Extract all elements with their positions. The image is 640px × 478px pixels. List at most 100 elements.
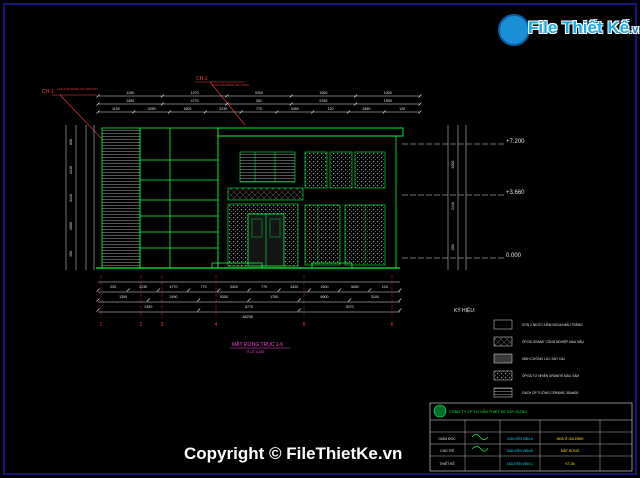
copyright-watermark: Copyright © FileThietKe.vn [184,444,403,463]
legend-heading: KÝ HIỆU: [454,306,475,314]
bottom-dim-row2: 1390 2490 9300 1700 6900 3100 [96,295,402,302]
filethietke-logo[interactable]: File Thiết Kế.vn [498,12,640,46]
dim-label: 120 [328,107,334,111]
level-label: +7.200 [506,139,525,145]
logo-text: File Thiết Kế.vn [528,18,640,38]
grid-axis-label: 5 [303,322,306,328]
title-block-person: NGUYỄN VĂN B [507,448,533,453]
legend-swatch [493,336,513,347]
dim-tick [398,288,402,292]
legend-swatch [493,319,513,330]
dim-label: 120 [382,285,388,289]
title-block-info: KT-05 [565,462,574,466]
dim-tick [146,298,151,302]
dim-label: 3420 [230,285,238,289]
top-dim-row2: 2450 4770 281 5780 1900 [96,99,422,106]
bottom-dim-row1: 220 2230 4770 770 3420 770 3420 1500 3450 120 [96,285,402,292]
legend-swatch [493,387,513,398]
grid-axis-label: 6 [391,322,394,328]
dim-label: 1800 [183,107,191,111]
dim-tick [247,288,251,292]
dim-label: 1270 [191,91,199,95]
left-dims: 600 2240 3440 2600 450 [69,139,73,257]
dim-label: 2440 [451,202,455,210]
dim-label: 120 [399,107,405,111]
grid-axis-label: 2 [140,322,143,328]
dim-label: 770 [261,285,267,289]
balcony-rail [227,187,304,201]
dim-label: 3200 [451,161,455,169]
callout-ch2-note: LAN CAN BẢNG SẮT SƠN [212,82,249,87]
dim-label: 3450 [362,107,370,111]
dim-label: 9300 [220,295,228,299]
level-labels: +7.200 +3.660 0.000 [506,139,525,259]
drawing-title: MẶT ĐỨNG TRỤC 1-6 [232,341,283,348]
logo-mark-icon [498,14,530,46]
grid-axis-label: 1 [100,322,103,328]
legend-item-label: ỐP ĐÁ GRANIT CÔNG NGHIỆP MÀU NÂU [522,339,585,344]
legend-swatch [493,370,513,381]
title-block: CÔNG TY CP TƯ VẤN THIẾT KẾ XÂY DỰNG GIÁM… [429,402,633,472]
dim-tick [247,298,251,302]
dim-label: 1500 [321,285,329,289]
top-dim-row3: 1190 2250 1800 2230 770 3450 120 3450 120 [96,107,422,114]
bottom-total-dim: 18230 [242,314,254,319]
dim-label: 220 [110,285,116,289]
dim-label: 770 [201,285,207,289]
title-block-role: GIÁM ĐỐC [438,436,456,441]
callout-ch2: CH-2 LAN CAN BẢNG SẮT SƠN [195,76,249,126]
legend-swatch [493,353,513,364]
title-block-role: THIẾT KẾ [439,461,455,466]
logo-domain: .vn [629,24,640,36]
dim-label: 3070 [346,305,354,309]
grid-axes: 1 2 3 4 5 6 [100,275,394,328]
grid-axis-label: 4 [215,322,218,328]
right-facade-panels [304,151,386,266]
dim-tick [96,298,100,302]
dim-label: 5780 [319,99,327,103]
dim-label: 450 [69,251,73,257]
building-elevation [96,127,404,269]
dim-tick [368,288,372,292]
dim-label: 2230 [219,107,227,111]
dim-label: 2250 [148,107,156,111]
dim-label: 281 [256,99,262,103]
dim-label: 600 [69,139,73,145]
dim-label: 1390 [119,295,127,299]
dim-label: 2240 [69,166,73,174]
signature-icon [471,446,489,452]
dim-label: 770 [256,107,262,111]
dim-label: 1000 [384,91,392,95]
title-block-info: NHÀ Ở GIA ĐÌNH [557,436,584,441]
dim-label: 1700 [270,295,278,299]
dim-label: 1150 [126,91,134,95]
dim-label: 9300 [255,91,263,95]
bottom-dim-row3: 2490 5770 3070 [96,305,402,312]
dim-tick [96,308,100,312]
dim-label: 1190 [112,107,120,111]
company-logo-icon [433,404,447,418]
dim-label: 4770 [191,99,199,103]
level-label: 0.000 [506,253,522,259]
dim-label: 450 [451,244,455,250]
top-dim-row1: 1150 1270 9300 1500 1000 [96,91,422,98]
dim-tick [398,308,402,312]
legend-item-label: SƠN 2 NƯỚC KIỂM NGOẠI MẦU TRẮNG [522,322,583,327]
legend-item-label: KÍNH CƯỜNG LỰC DÀY 10LI [522,356,565,361]
dim-label: 1900 [384,99,392,103]
dim-label: 2230 [139,285,147,289]
dim-label: 3100 [371,295,379,299]
dim-label: 2490 [170,295,178,299]
logo-name: File Thiết Kế [528,18,630,37]
legend-item-label: ỐP ĐÁ TỰ NHIÊN GRANITE MÀU XÁM [522,373,579,378]
dim-tick [196,298,201,302]
dim-label: 4770 [170,285,178,289]
title-block-person: NGUYỄN VĂN A [507,436,533,441]
dim-label: 5770 [245,305,253,309]
dim-tick [196,308,201,312]
dim-tick [217,288,221,292]
callout-ch1-label: CH-1 [42,89,54,95]
top-window-upper [239,151,296,183]
dim-label: 6900 [321,295,329,299]
title-block-info: MẶT ĐỨNG [561,448,580,453]
